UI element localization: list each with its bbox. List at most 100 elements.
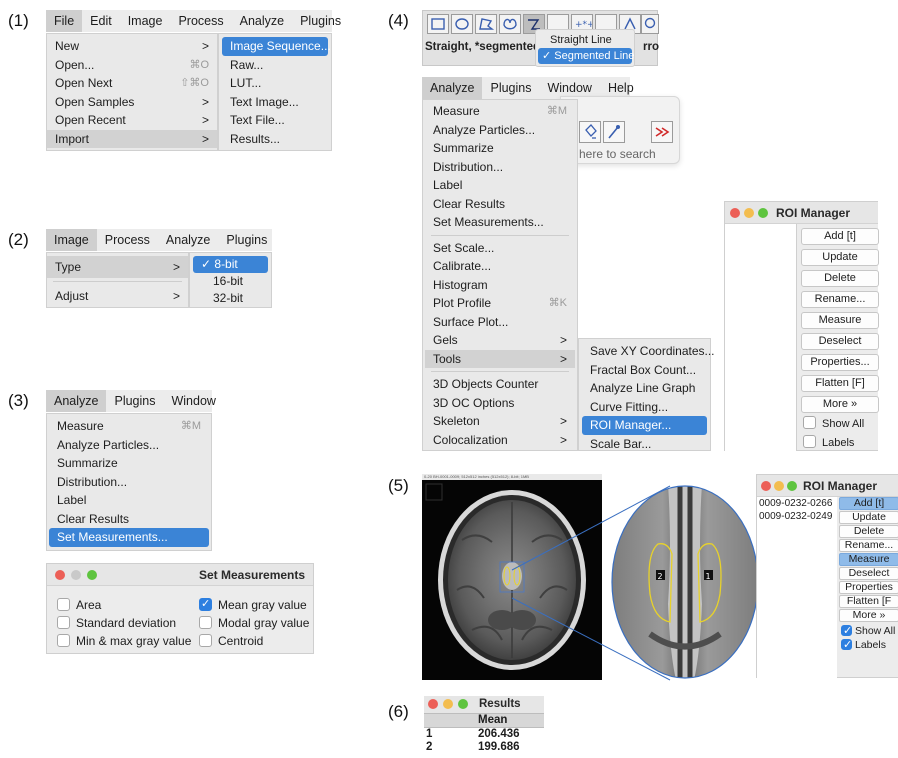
p1-import-text-image[interactable]: Text Image... (222, 93, 328, 112)
p1-menu-plugins[interactable]: Plugins (292, 10, 349, 32)
close-button[interactable] (730, 208, 740, 218)
p5-roi-more-button[interactable]: More » (839, 609, 898, 622)
p2-menu-analyze[interactable]: Analyze (158, 229, 218, 251)
p3-menu-window[interactable]: Window (163, 390, 223, 412)
p3-check-centroid[interactable]: Centroid (199, 634, 263, 648)
table-row[interactable]: 2 199.686 (424, 741, 544, 754)
p4-menu-analyze[interactable]: Analyze (422, 77, 483, 99)
close-button[interactable] (55, 570, 65, 580)
p4-roi-measure-button[interactable]: Measure (801, 312, 879, 329)
magnifier-tool-icon[interactable] (641, 14, 659, 34)
p1-file-open[interactable]: Open... ⌘O (47, 56, 217, 75)
p2-image-adjust[interactable]: Adjust > (47, 285, 188, 307)
zoom-button[interactable] (758, 208, 768, 218)
p1-import-image-sequence[interactable]: Image Sequence... (222, 37, 331, 56)
minimize-button[interactable] (774, 481, 784, 491)
p1-import-lut[interactable]: LUT... (222, 74, 328, 93)
p5-roi-delete-button[interactable]: Delete (839, 525, 898, 538)
p4-label[interactable]: Label (425, 176, 575, 195)
p4-summarize[interactable]: Summarize (425, 139, 575, 158)
p5-roi-properties-button[interactable]: Properties (839, 581, 898, 594)
p5-roi-flatten-button[interactable]: Flatten [F (839, 595, 898, 608)
p4-set-measurements[interactable]: Set Measurements... (425, 213, 575, 232)
p4-menu-plugins[interactable]: Plugins (482, 77, 539, 99)
p3-analyze-particles[interactable]: Analyze Particles... (49, 436, 209, 455)
p4-roi-delete-button[interactable]: Delete (801, 270, 879, 287)
p3-check-area[interactable]: Area (57, 598, 101, 612)
p1-file-new[interactable]: New > (47, 37, 217, 56)
table-row[interactable]: 1 206.436 (424, 728, 544, 741)
p1-file-open-next[interactable]: Open Next ⇧⌘O (47, 74, 217, 93)
p2-type-32bit[interactable]: 32-bit (193, 290, 268, 307)
p1-file-open-recent[interactable]: Open Recent > (47, 111, 217, 130)
zoom-button[interactable] (787, 481, 797, 491)
p4-tools[interactable]: Tools > (425, 349, 575, 368)
p1-menu-edit[interactable]: Edit (82, 10, 120, 32)
p5-roi-show-all[interactable]: Show All (841, 624, 895, 637)
minimize-button[interactable] (744, 208, 754, 218)
p6-column-mean[interactable]: Mean (478, 714, 507, 727)
p4-set-scale[interactable]: Set Scale... (425, 239, 575, 258)
close-button[interactable] (761, 481, 771, 491)
p4-scale-bar[interactable]: Scale Bar... (582, 435, 707, 454)
p4-distribution[interactable]: Distribution... (425, 158, 575, 177)
p3-summarize[interactable]: Summarize (49, 454, 209, 473)
p3-clear-results[interactable]: Clear Results (49, 510, 209, 529)
p4-fractal-box-count[interactable]: Fractal Box Count... (582, 361, 707, 380)
p5-roi-list[interactable]: 0009-0232-0266 0009-0232-0249 (757, 497, 837, 678)
p1-file-import[interactable]: Import > (47, 129, 217, 148)
p3-menu-plugins[interactable]: Plugins (106, 390, 163, 412)
p5-roi-list-item-2[interactable]: 0009-0232-0249 (759, 510, 832, 523)
p4-roi-labels[interactable]: Labels (803, 435, 854, 449)
p5-roi-add-button[interactable]: Add [t] (839, 497, 898, 510)
p5-roi-list-item-1[interactable]: 0009-0232-0266 (759, 497, 832, 510)
minimize-button[interactable] (71, 570, 81, 580)
p4-3d-oc-options[interactable]: 3D OC Options (425, 394, 575, 413)
rectangle-tool-icon[interactable] (427, 14, 449, 34)
p5-roi-labels[interactable]: Labels (841, 638, 886, 651)
zoom-button[interactable] (458, 699, 468, 709)
p3-check-mean[interactable]: Mean gray value (199, 597, 307, 612)
p3-measure[interactable]: Measure ⌘M (49, 417, 209, 436)
p4-popup-segmented-line[interactable]: ✓ Segmented Line (538, 48, 634, 64)
p4-curve-fitting[interactable]: Curve Fitting... (582, 398, 707, 417)
more-tools-icon[interactable] (651, 121, 673, 143)
p3-check-stddev[interactable]: Standard deviation (57, 616, 176, 630)
zoom-button[interactable] (87, 570, 97, 580)
p4-calibrate[interactable]: Calibrate... (425, 257, 575, 276)
p4-measure[interactable]: Measure ⌘M (425, 102, 575, 121)
p4-roi-list[interactable] (725, 224, 797, 451)
p1-import-text-file[interactable]: Text File... (222, 111, 328, 130)
p1-menu-process[interactable]: Process (170, 10, 231, 32)
p2-menu-plugins[interactable]: Plugins (218, 229, 275, 251)
p4-plot-profile[interactable]: Plot Profile ⌘K (425, 294, 575, 313)
p3-distribution[interactable]: Distribution... (49, 473, 209, 492)
p4-roi-add-button[interactable]: Add [t] (801, 228, 879, 245)
p4-colocalization[interactable]: Colocalization > (425, 431, 575, 450)
p1-menu-analyze[interactable]: Analyze (232, 10, 292, 32)
p4-roi-flatten-button[interactable]: Flatten [F] (801, 375, 879, 392)
p4-analyze-line-graph[interactable]: Analyze Line Graph (582, 379, 707, 398)
fill-bucket-icon[interactable] (579, 121, 601, 143)
p4-popup-straight-line[interactable]: Straight Line (538, 32, 632, 48)
p4-skeleton[interactable]: Skeleton > (425, 412, 575, 431)
p4-roi-more-button[interactable]: More » (801, 396, 879, 413)
p5-roi-update-button[interactable]: Update (839, 511, 898, 524)
p4-3d-objects-counter[interactable]: 3D Objects Counter (425, 375, 575, 394)
zoomed-roi-view[interactable]: 2 1 (610, 484, 760, 680)
p3-check-modal[interactable]: Modal gray value (199, 616, 309, 630)
p3-label[interactable]: Label (49, 491, 209, 510)
p4-surface-plot[interactable]: Surface Plot... (425, 313, 575, 332)
p4-roi-deselect-button[interactable]: Deselect (801, 333, 879, 350)
p4-roi-manager[interactable]: ROI Manager... (582, 416, 707, 435)
p1-import-results[interactable]: Results... (222, 130, 328, 149)
p4-gels[interactable]: Gels > (425, 331, 575, 350)
p5-roi-measure-button[interactable]: Measure (839, 553, 898, 566)
p1-import-raw[interactable]: Raw... (222, 56, 328, 75)
oval-tool-icon[interactable] (451, 14, 473, 34)
p5-roi-rename-button[interactable]: Rename... (839, 539, 898, 552)
p3-set-measurements[interactable]: Set Measurements... (49, 528, 209, 547)
p4-roi-properties-button[interactable]: Properties... (801, 354, 879, 371)
dropper-icon[interactable] (603, 121, 625, 143)
polygon-tool-icon[interactable] (475, 14, 497, 34)
